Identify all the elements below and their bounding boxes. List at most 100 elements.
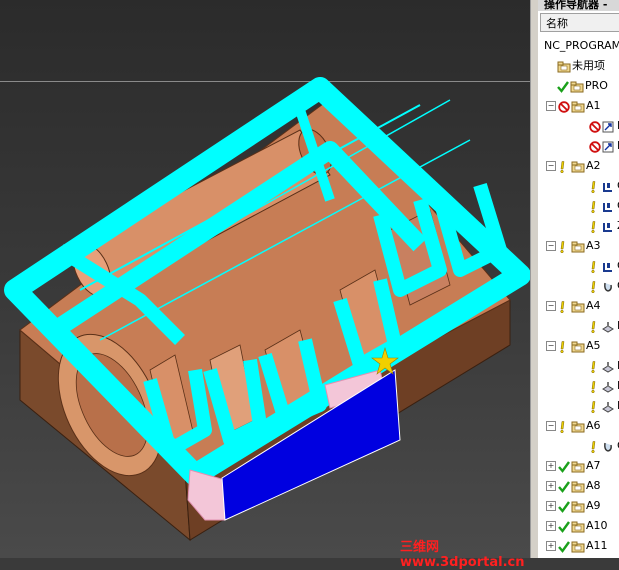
prohibit-status-icon [589,120,601,133]
tree-item-a6[interactable]: − A6 [546,416,601,436]
tree-item-a10[interactable]: + A10 [546,516,608,536]
tree-item-label: NC_PROGRAM [544,39,619,52]
expand-toggle-icon[interactable]: + [546,461,556,471]
drill-operation-icon [602,120,616,133]
contour-mill-icon [602,280,616,292]
warning-status-icon [589,180,601,194]
tree-item-f[interactable]: F [578,316,619,336]
warning-status-icon [589,400,601,414]
check-status-icon [558,480,570,493]
drill-operation-icon [602,140,616,153]
tree-item-f[interactable]: F [578,396,619,416]
tree-item-c[interactable]: C [578,196,619,216]
check-status-icon [558,460,570,473]
tree-item-label: A1 [586,99,601,112]
cavity-mill-icon [602,180,616,192]
tree-item-a4[interactable]: − A4 [546,296,601,316]
check-status-icon [557,80,569,93]
tree-item-label: A4 [586,299,601,312]
expand-toggle-icon[interactable]: + [546,501,556,511]
cavity-mill-icon [602,220,616,232]
folder-icon [571,420,585,433]
warning-status-icon [589,320,601,334]
folder-icon [571,500,585,513]
folder-icon [570,80,584,93]
expand-toggle-icon[interactable]: + [546,481,556,491]
expand-toggle-icon[interactable]: + [546,521,556,531]
face-mill-icon [602,400,616,413]
warning-status-icon [589,260,601,274]
warning-status-icon [558,160,570,174]
tree-item-label: A7 [586,459,601,472]
tree-item-c[interactable]: C [578,436,619,456]
contour-mill-icon [602,440,616,452]
tree-item-d[interactable]: D [578,116,619,136]
tree-item-c[interactable]: C [578,176,619,196]
tree-item-label: A10 [586,519,608,532]
folder-icon [571,300,585,313]
warning-status-icon [589,280,601,294]
expand-toggle-icon[interactable]: − [546,341,556,351]
check-status-icon [558,500,570,513]
face-mill-icon [602,380,616,393]
tree-item-label: A5 [586,339,601,352]
tree-item-label: A2 [586,159,601,172]
warning-status-icon [589,220,601,234]
tree-item--[interactable]: 未用项 [546,56,605,76]
expand-toggle-icon[interactable]: − [546,161,556,171]
tree-item-a2[interactable]: − A2 [546,156,601,176]
expand-toggle-icon[interactable]: − [546,101,556,111]
check-status-icon [558,540,570,553]
expand-toggle-icon[interactable]: + [546,541,556,551]
folder-icon [571,240,585,253]
check-status-icon [558,520,570,533]
graphics-viewport[interactable]: 三维网www.3dportal.cn [0,0,530,570]
tree-item-label: A11 [586,539,608,552]
cavity-mill-icon [602,260,616,272]
tree-item-label: PRO [585,79,608,92]
warning-status-icon [558,420,570,434]
tree-item-a1[interactable]: − A1 [546,96,601,116]
tree-item-pro[interactable]: PRO [546,76,608,96]
tree-item-label: A6 [586,419,601,432]
warning-status-icon [589,200,601,214]
folder-icon [571,100,585,113]
tree-item-label: 未用项 [572,59,605,72]
folder-icon [571,540,585,553]
face-mill-icon [602,360,616,373]
tree-item-c[interactable]: C [578,276,619,296]
folder-icon [571,340,585,353]
tree-item-nc-program[interactable]: NC_PROGRAM [544,36,619,56]
prohibit-status-icon [589,140,601,153]
tree-item-a11[interactable]: + A11 [546,536,608,556]
folder-icon [571,480,585,493]
tree-item-a3[interactable]: − A3 [546,236,601,256]
tree-item-z[interactable]: Z [578,216,619,236]
warning-status-icon [558,240,570,254]
tree-item-a8[interactable]: + A8 [546,476,601,496]
tree-item-f[interactable]: F [578,136,619,156]
part-model-view[interactable] [0,0,530,558]
operation-navigator: 操作导航器 - 名称 NC_PROGRAM未用项PRO−A1DF−A2CCZ−A… [538,0,619,558]
tree-item-a7[interactable]: + A7 [546,456,601,476]
folder-icon [571,460,585,473]
tree-item-f[interactable]: F [578,356,619,376]
watermark-text: 三维网www.3dportal.cn [400,540,525,570]
tree-item-f[interactable]: F [578,376,619,396]
tree-item-c[interactable]: C [578,256,619,276]
warning-status-icon [589,380,601,394]
tree-item-label: A9 [586,499,601,512]
face-mill-icon [602,320,616,333]
warning-status-icon [589,360,601,374]
warning-status-icon [558,340,570,354]
warning-status-icon [558,300,570,314]
folder-icon [571,520,585,533]
column-header-name[interactable]: 名称 [540,13,619,32]
tree-item-a9[interactable]: + A9 [546,496,601,516]
expand-toggle-icon[interactable]: − [546,421,556,431]
expand-toggle-icon[interactable]: − [546,241,556,251]
tree-item-label: A3 [586,239,601,252]
tree-item-a5[interactable]: − A5 [546,336,601,356]
expand-toggle-icon[interactable]: − [546,301,556,311]
tree-item-label: A8 [586,479,601,492]
